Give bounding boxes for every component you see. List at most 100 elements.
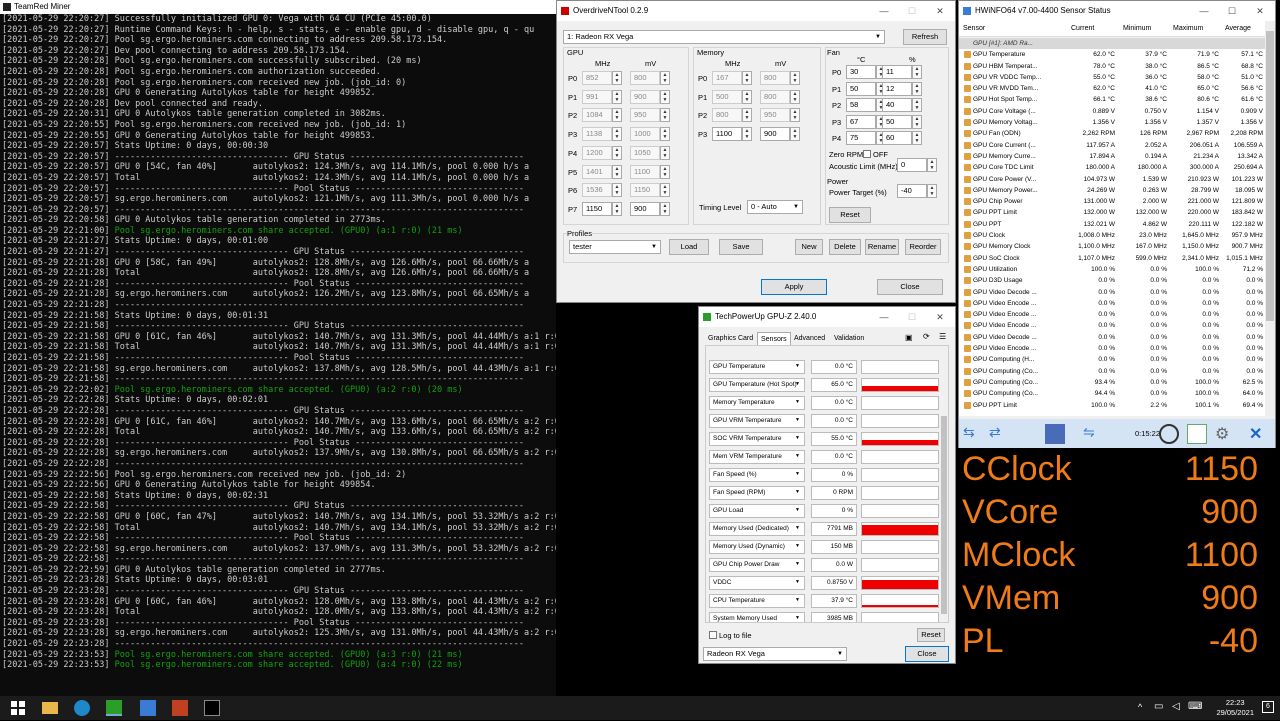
sensor-name[interactable]: Memory Used (Dedicated) — [709, 522, 805, 536]
pstate-c-input[interactable]: 58 — [846, 98, 876, 112]
spinner[interactable]: ▲ ▼ — [612, 145, 622, 160]
sensor-name[interactable]: Memory Used (Dynamic) — [709, 540, 805, 554]
spinner[interactable]: ▲ ▼ — [660, 71, 670, 85]
sensor-row[interactable]: GPU Memory Voltag... 1.356 V 1.356 V 1.357 … — [959, 117, 1265, 128]
sensor-row[interactable]: GPU Core Current (... 117.957 A 2.052 A 206… — [959, 140, 1265, 151]
clock-icon[interactable] — [1159, 424, 1179, 444]
spinner[interactable]: ▲ ▼ — [612, 201, 622, 216]
sensor-row[interactable]: GPU Computing (Co... 0.0 % 0.0 % 0.0 % 0.0 % — [959, 366, 1265, 377]
sensor-row[interactable]: GPU PPT Limit 100.0 % 2.2 % 100.1 % 69.4 % — [959, 400, 1265, 411]
pstate-mv-input[interactable]: 800 — [630, 71, 660, 85]
network-icon[interactable]: ▭ — [1154, 701, 1163, 712]
spinner[interactable]: ▲ ▼ — [660, 164, 670, 179]
hwinfo-window[interactable]: HWiNFO64 v7.00-4400 Sensor Status — ☐ ✕ … — [958, 0, 1276, 449]
language-icon[interactable]: ⌨ — [1188, 701, 1202, 712]
sensor-row[interactable]: GPU Core TDC Limit 180.000 A 180.000 A 300.… — [959, 162, 1265, 173]
close-button[interactable]: Close — [905, 646, 949, 662]
apply-button[interactable]: Apply — [761, 279, 827, 295]
sensor-group-row[interactable]: GPU [#1]: AMD Ra... — [959, 38, 1265, 50]
chevron-up-icon[interactable]: ^ — [1138, 702, 1142, 712]
notification-icon[interactable]: 6 — [1262, 701, 1274, 713]
spinner[interactable]: ▲ ▼ — [912, 81, 922, 96]
pstate-mv-input[interactable]: 1150 — [630, 183, 660, 198]
spinner[interactable]: ▲ ▼ — [912, 98, 922, 112]
pstate-c-input[interactable]: 50 — [846, 81, 876, 96]
report-icon[interactable] — [1045, 424, 1065, 444]
pstate-pct-input[interactable]: 60 — [882, 131, 912, 145]
log-to-file-checkbox[interactable] — [709, 631, 717, 639]
pstate-mhz-input[interactable]: 1401 — [582, 164, 612, 179]
acoustic-limit-input[interactable]: 0 — [897, 158, 927, 172]
spinner[interactable]: ▲ ▼ — [742, 89, 752, 104]
chevron-down-icon[interactable]: ▼ — [795, 525, 800, 531]
spinner[interactable]: ▲ ▼ — [612, 89, 622, 104]
pstate-mv-input[interactable]: 1050 — [630, 145, 660, 160]
minimize-icon[interactable]: — — [1191, 1, 1217, 21]
tab-sensors[interactable]: Sensors — [757, 332, 791, 345]
arrows-right-left-icon[interactable]: ⇄ — [989, 424, 1009, 444]
close-button[interactable]: Close — [877, 279, 943, 295]
sensor-name[interactable]: GPU VRM Temperature — [709, 414, 805, 428]
pstate-mhz-input[interactable]: 852 — [582, 71, 612, 85]
spinner[interactable]: ▲ ▼ — [612, 108, 622, 123]
close-icon[interactable]: ✕ — [927, 1, 953, 21]
sensor-row[interactable]: GPU Video Decode ... 0.0 % 0.0 % 0.0 % 0.0 % — [959, 332, 1265, 343]
gear-icon[interactable]: ⚙ — [1215, 424, 1235, 444]
spinner[interactable]: ▲ ▼ — [612, 127, 622, 142]
sensor-row[interactable]: GPU Video Encode ... 0.0 % 0.0 % 0.0 % 0.0 % — [959, 343, 1265, 354]
sensor-row[interactable]: GPU Computing (Co... 94.4 % 0.0 % 100.0 % 64… — [959, 388, 1265, 399]
sensor-row[interactable]: GPU Clock 1,008.0 MHz 23.0 MHz 1,645.0 MHz 9… — [959, 230, 1265, 241]
overdriventool-window[interactable]: OverdriveNTool 0.2.9 — ☐ ✕ 1: Radeon RX … — [556, 0, 956, 303]
minimize-icon[interactable]: — — [871, 1, 897, 21]
new-button[interactable]: New — [795, 239, 823, 255]
chevron-down-icon[interactable]: ▼ — [795, 471, 800, 477]
sensor-name[interactable]: GPU Temperature — [709, 360, 805, 374]
chevron-down-icon[interactable]: ▼ — [795, 417, 800, 423]
sensor-row[interactable]: GPU Fan (ODN) 2,262 RPM 126 RPM 2,967 RPM 2,… — [959, 128, 1265, 139]
sensor-row[interactable]: GPU Computing (H... 0.0 % 0.0 % 0.0 % 0.0 % — [959, 354, 1265, 365]
pstate-mv-input[interactable]: 800 — [760, 89, 790, 104]
sensor-row[interactable]: GPU PPT 132.021 W 4.862 W 220.111 W 122.182 … — [959, 219, 1265, 230]
sensor-row[interactable]: GPU PPT Limit 132.000 W 132.000 W 220.000 W… — [959, 207, 1265, 218]
pstate-mv-input[interactable]: 1000 — [630, 127, 660, 142]
hwinfo-taskbar-icon[interactable] — [140, 700, 156, 716]
rename-button[interactable]: Rename — [865, 239, 899, 255]
col-minimum[interactable]: Minimum — [1123, 25, 1151, 32]
close-icon[interactable]: ✕ — [1249, 424, 1269, 444]
chevron-down-icon[interactable]: ▼ — [795, 615, 800, 621]
menu-icon[interactable]: ☰ — [939, 332, 946, 341]
profile-select[interactable]: tester ▼ — [569, 240, 661, 254]
acoustic-spinner[interactable]: ▲ ▼ — [927, 158, 937, 172]
pstate-mv-input[interactable]: 950 — [630, 108, 660, 123]
terminal-titlebar[interactable]: TeamRed Miner — [0, 0, 556, 14]
close-icon[interactable]: ✕ — [927, 307, 953, 327]
spinner[interactable]: ▲ ▼ — [660, 145, 670, 160]
chevron-down-icon[interactable]: ▼ — [795, 435, 800, 441]
pstate-mhz-input[interactable]: 167 — [712, 71, 742, 85]
sensor-row[interactable]: GPU Temperature 62.0 °C 37.9 °C 71.9 °C 57.1… — [959, 49, 1265, 60]
sensor-row[interactable]: GPU HBM Temperat... 78.0 °C 38.0 °C 86.5 °C… — [959, 61, 1265, 72]
spinner[interactable]: ▲ ▼ — [790, 71, 800, 85]
spinner[interactable]: ▲ ▼ — [912, 65, 922, 79]
spinner[interactable]: ▲ ▼ — [912, 114, 922, 129]
pstate-mhz-input[interactable]: 500 — [712, 89, 742, 104]
reset-button[interactable]: Reset — [829, 207, 871, 223]
pstate-mhz-input[interactable]: 1084 — [582, 108, 612, 123]
spinner[interactable]: ▲ ▼ — [660, 183, 670, 198]
pstate-mhz-input[interactable]: 1200 — [582, 145, 612, 160]
gpuz-taskbar-icon[interactable] — [106, 700, 122, 716]
sensor-row[interactable]: GPU Chip Power 131.000 W 2.000 W 221.000 W 1… — [959, 196, 1265, 207]
col-sensor[interactable]: Sensor — [963, 25, 985, 32]
gpuz-titlebar[interactable]: TechPowerUp GPU-Z 2.40.0 — ☐ ✕ — [699, 307, 955, 327]
pstate-mhz-input[interactable]: 1150 — [582, 201, 612, 216]
chevron-down-icon[interactable]: ▼ — [795, 453, 800, 459]
pstate-pct-input[interactable]: 12 — [882, 81, 912, 96]
delete-button[interactable]: Delete — [829, 239, 861, 255]
hwinfo-titlebar[interactable]: HWiNFO64 v7.00-4400 Sensor Status — ☐ ✕ — [959, 1, 1275, 21]
camera-icon[interactable]: ▣ — [905, 333, 913, 342]
sensor-name[interactable]: VDDC — [709, 576, 805, 590]
sensor-name[interactable]: CPU Temperature — [709, 594, 805, 608]
sensor-name[interactable]: System Memory Used — [709, 612, 805, 622]
zero-rpm-checkbox[interactable] — [863, 150, 871, 158]
spinner[interactable]: ▲ ▼ — [612, 183, 622, 198]
